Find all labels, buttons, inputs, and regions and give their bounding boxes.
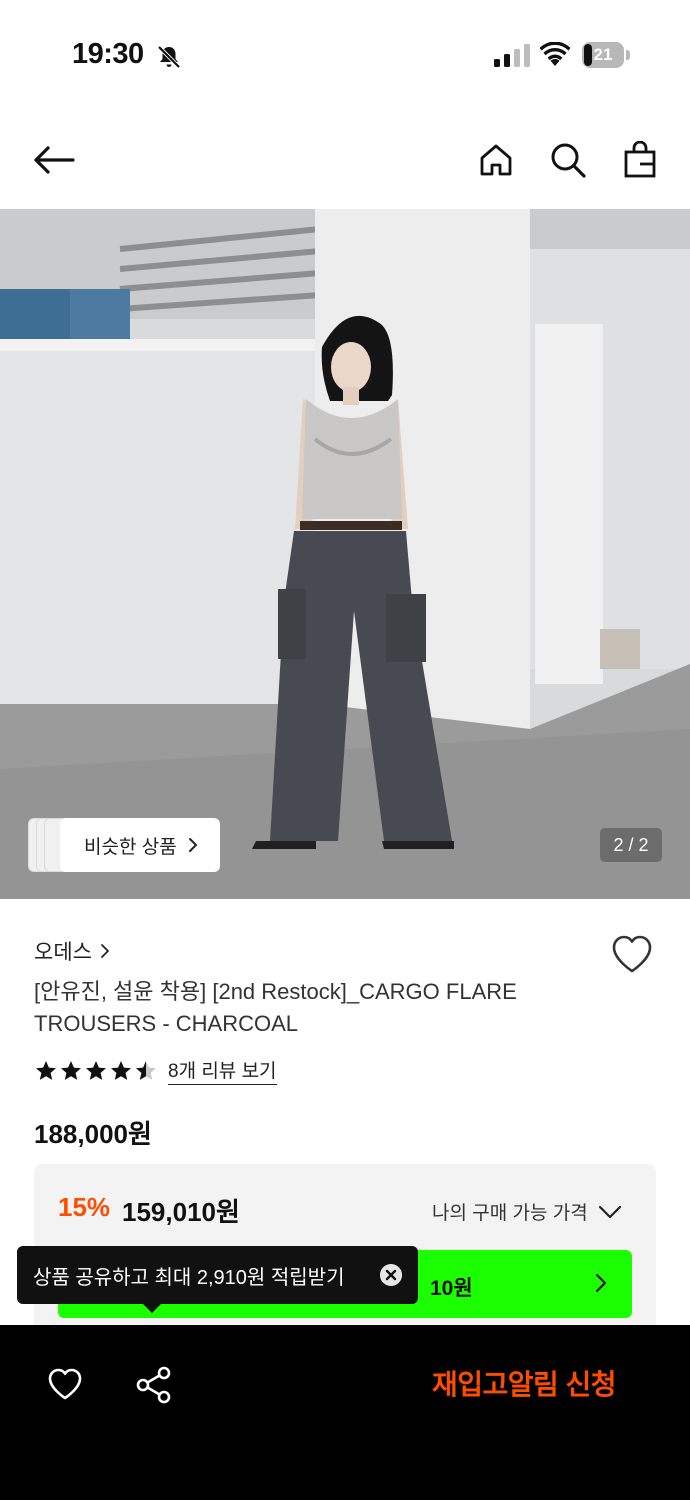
discounted-price: 159,010원 bbox=[122, 1197, 240, 1227]
battery-indicator: 21 bbox=[582, 42, 630, 68]
heart-icon[interactable] bbox=[46, 1365, 84, 1403]
close-icon[interactable] bbox=[380, 1264, 402, 1286]
status-time: 19:30 bbox=[72, 38, 144, 70]
chevron-right-icon bbox=[188, 838, 197, 852]
star-icon bbox=[61, 1060, 81, 1080]
search-icon[interactable] bbox=[546, 138, 590, 182]
battery-percentage: 21 bbox=[593, 45, 613, 64]
my-price-toggle[interactable]: 나의 구매 가능 가격 bbox=[432, 1198, 622, 1225]
image-page-counter: 2 / 2 bbox=[600, 828, 662, 862]
rating-row: 8개 리뷰 보기 bbox=[34, 1056, 277, 1085]
star-icon bbox=[36, 1060, 56, 1080]
discount-rate: 15% bbox=[58, 1192, 111, 1222]
wifi-icon bbox=[540, 42, 570, 66]
restock-alert-button[interactable]: 재입고알림 신청 bbox=[400, 1363, 648, 1407]
product-photo bbox=[0, 209, 690, 899]
shopping-bag-icon[interactable] bbox=[618, 138, 662, 182]
brand-link[interactable]: 오데스 bbox=[34, 936, 110, 966]
my-price-label: 나의 구매 가능 가격 bbox=[432, 1203, 588, 1224]
share-icon[interactable] bbox=[134, 1365, 174, 1405]
star-half-icon bbox=[136, 1060, 156, 1080]
star-icon bbox=[86, 1060, 106, 1080]
chevron-right-icon bbox=[595, 1273, 607, 1293]
star-rating bbox=[34, 1059, 158, 1083]
cellular-signal-icon bbox=[494, 44, 530, 67]
similar-products-button[interactable]: 비슷한 상품 bbox=[60, 818, 220, 872]
bottom-action-bar: 재입고알림 신청 bbox=[0, 1325, 690, 1500]
bell-muted-icon bbox=[157, 45, 181, 69]
original-price: 188,000원 bbox=[34, 1119, 152, 1149]
brand-name: 오데스 bbox=[34, 941, 92, 964]
chevron-right-icon bbox=[101, 944, 109, 958]
status-bar: 19:30 21 bbox=[0, 0, 690, 100]
share-reward-toast: 상품 공유하고 최대 2,910원 적립받기 bbox=[17, 1246, 418, 1304]
toast-message: 상품 공유하고 최대 2,910원 적립받기 bbox=[33, 1266, 345, 1289]
toast-pointer bbox=[142, 1303, 162, 1313]
coupon-benefit-text: 10원 bbox=[430, 1277, 473, 1300]
similar-products-label: 비슷한 상품 bbox=[84, 836, 177, 858]
chevron-down-icon bbox=[598, 1205, 621, 1218]
star-icon bbox=[111, 1060, 131, 1080]
review-link[interactable]: 8개 리뷰 보기 bbox=[168, 1056, 277, 1085]
wishlist-heart-icon[interactable] bbox=[608, 930, 656, 978]
home-icon[interactable] bbox=[474, 138, 518, 182]
product-image[interactable] bbox=[0, 209, 690, 899]
product-title: [안유진, 설윤 착용] [2nd Restock]_CARGO FLARE T… bbox=[34, 979, 517, 1036]
top-nav-bar bbox=[0, 120, 690, 200]
back-arrow-icon[interactable] bbox=[32, 138, 76, 182]
